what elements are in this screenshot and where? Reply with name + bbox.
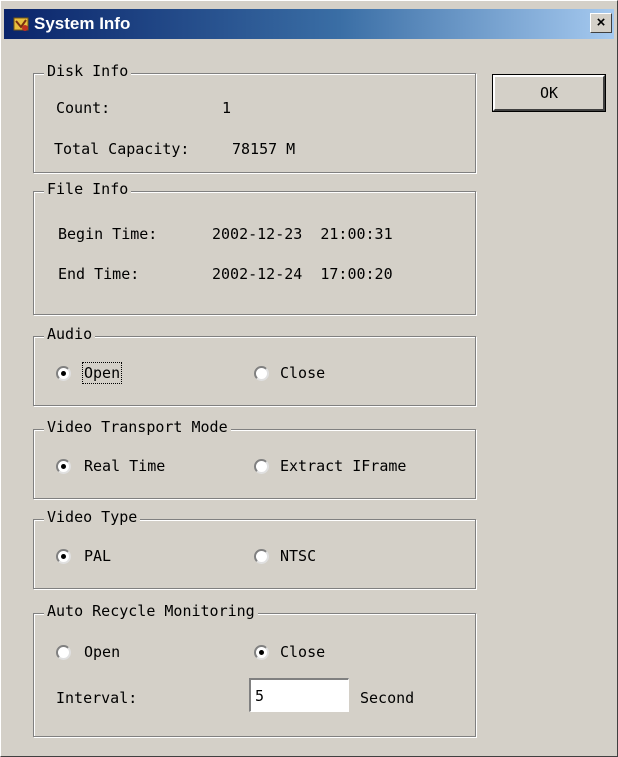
end-time-label: End Time: <box>58 265 140 283</box>
video-ntsc-radio[interactable] <box>254 549 269 564</box>
interval-unit-label: Second <box>360 689 415 707</box>
disk-info-group: Disk Info Count: 1 Total Capacity: 78157… <box>33 62 476 173</box>
audio-close-radio[interactable] <box>254 366 269 381</box>
transport-realtime-label[interactable]: Real Time <box>84 457 165 475</box>
auto-recycle-legend: Auto Recycle Monitoring <box>44 602 258 620</box>
video-type-legend: Video Type <box>44 508 141 526</box>
end-time-value: 2002-12-24 17:00:20 <box>212 265 393 283</box>
file-info-legend: File Info <box>44 180 132 198</box>
video-pal-label[interactable]: PAL <box>84 547 111 565</box>
video-type-group: Video Type PAL NTSC <box>33 508 476 589</box>
interval-input[interactable] <box>249 678 349 712</box>
system-info-dialog: System Info × OK Disk Info Count: 1 Tota… <box>0 0 618 757</box>
title-bar[interactable]: System Info × <box>4 9 614 39</box>
file-info-group: File Info Begin Time: 2002-12-23 21:00:3… <box>33 180 476 315</box>
app-icon <box>13 17 29 31</box>
interval-label: Interval: <box>56 689 138 707</box>
count-value: 1 <box>222 99 232 117</box>
recycle-close-label[interactable]: Close <box>280 643 325 661</box>
audio-close-label[interactable]: Close <box>280 364 325 382</box>
capacity-value: 78157 M <box>232 140 296 158</box>
count-label: Count: <box>56 99 111 117</box>
close-button[interactable]: × <box>590 13 612 33</box>
transport-realtime-radio[interactable] <box>56 459 71 474</box>
recycle-open-radio[interactable] <box>56 645 71 660</box>
transport-mode-group: Video Transport Mode Real Time Extract I… <box>33 418 476 499</box>
video-ntsc-label[interactable]: NTSC <box>280 547 316 565</box>
disk-info-legend: Disk Info <box>44 62 132 80</box>
audio-group: Audio Open Close <box>33 325 476 406</box>
audio-open-label[interactable]: Open <box>81 362 123 384</box>
auto-recycle-group: Auto Recycle Monitoring Open Close Inter… <box>33 602 476 737</box>
window-title: System Info <box>34 14 131 33</box>
capacity-label: Total Capacity: <box>54 140 190 158</box>
begin-time-label: Begin Time: <box>58 225 158 243</box>
recycle-close-radio[interactable] <box>254 645 269 660</box>
begin-time-value: 2002-12-23 21:00:31 <box>212 225 393 243</box>
transport-mode-legend: Video Transport Mode <box>44 418 231 436</box>
recycle-open-label[interactable]: Open <box>84 643 120 661</box>
video-pal-radio[interactable] <box>56 549 71 564</box>
ok-button[interactable]: OK <box>492 74 606 112</box>
transport-iframe-radio[interactable] <box>254 459 269 474</box>
audio-open-radio[interactable] <box>56 366 71 381</box>
transport-iframe-label[interactable]: Extract IFrame <box>280 457 406 475</box>
audio-legend: Audio <box>44 325 96 343</box>
